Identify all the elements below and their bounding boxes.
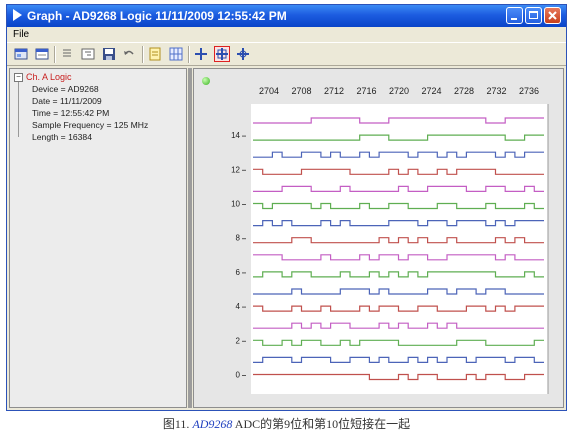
y-tick-label: 4 [236,302,241,311]
graph-window: Graph - AD9268 Logic 11/11/2009 12:55:42… [6,4,567,411]
maximize-button[interactable] [525,7,542,24]
window-title: Graph - AD9268 Logic 11/11/2009 12:55:42… [27,9,287,23]
y-tick-label: 12 [231,165,240,174]
x-tick-label: 2720 [389,86,409,96]
menu-bar: File [7,27,566,42]
minimize-button[interactable] [506,7,523,24]
pane-splitter[interactable] [188,68,192,408]
save-icon[interactable] [101,46,117,62]
x-tick-label: 2724 [421,86,441,96]
list-tree-icon[interactable] [80,46,96,62]
x-tick-label: 2708 [291,86,311,96]
tree-item[interactable]: Length = 16384 [32,132,92,142]
tree-item[interactable]: Sample Frequency = 125 MHz [32,120,148,130]
tree-item[interactable]: Time = 12:55:42 PM [32,108,109,118]
x-tick-label: 2728 [454,86,474,96]
undo-icon[interactable] [121,46,137,62]
properties-tree-pane: − Ch. A Logic Device = AD9268 Date = 11/… [9,68,187,408]
tree-item[interactable]: Device = AD9268 [32,84,99,94]
figure-caption: 图11. AD9268 ADC的第9位和第10位短接在一起 [0,415,573,432]
maximize-icon [529,11,538,19]
x-tick-label: 2732 [486,86,506,96]
y-tick-label: 10 [231,200,240,209]
x-tick-label: 2712 [324,86,344,96]
y-tick-label: 2 [236,336,241,345]
y-tick-label: 0 [236,371,241,380]
plot-area [251,104,548,394]
x-tick-label: 2736 [519,86,539,96]
close-button[interactable] [544,7,561,24]
grid-icon[interactable] [168,46,184,62]
x-tick-label: 2716 [356,86,376,96]
y-tick-label: 8 [236,234,241,243]
cursor-move-icon[interactable] [235,46,251,62]
caption-prefix: 图11. [162,417,193,431]
note-icon[interactable] [147,46,163,62]
y-tick-label: 14 [231,131,240,140]
cursor-icon[interactable] [193,46,209,62]
minimize-icon [511,18,517,20]
toolbar [7,42,566,66]
tree-root-label[interactable]: Ch. A Logic [26,72,72,82]
collapse-icon[interactable]: − [14,73,23,82]
open-icon[interactable] [13,46,29,62]
caption-link[interactable]: AD9268 [192,417,232,431]
title-bar[interactable]: Graph - AD9268 Logic 11/11/2009 12:55:42… [7,5,566,27]
tree-item[interactable]: Date = 11/11/2009 [32,96,102,106]
cursor-selected-icon[interactable] [214,46,230,62]
logic-plot: 2704 2708 2712 2716 2720 2724 2728 2732 2736 14 12… [231,86,549,394]
close-icon [548,11,557,20]
list-icon[interactable] [59,46,75,62]
menu-file[interactable]: File [13,29,29,40]
y-tick-label: 6 [236,268,241,277]
graph-pane: 2704 2708 2712 2716 2720 2724 2728 2732 2736 14 12… [193,68,564,408]
caption-suffix: ADC的第9位和第10位短接在一起 [232,417,411,431]
x-tick-label: 2704 [259,86,279,96]
app-icon [13,9,22,21]
display-icon[interactable] [34,46,50,62]
